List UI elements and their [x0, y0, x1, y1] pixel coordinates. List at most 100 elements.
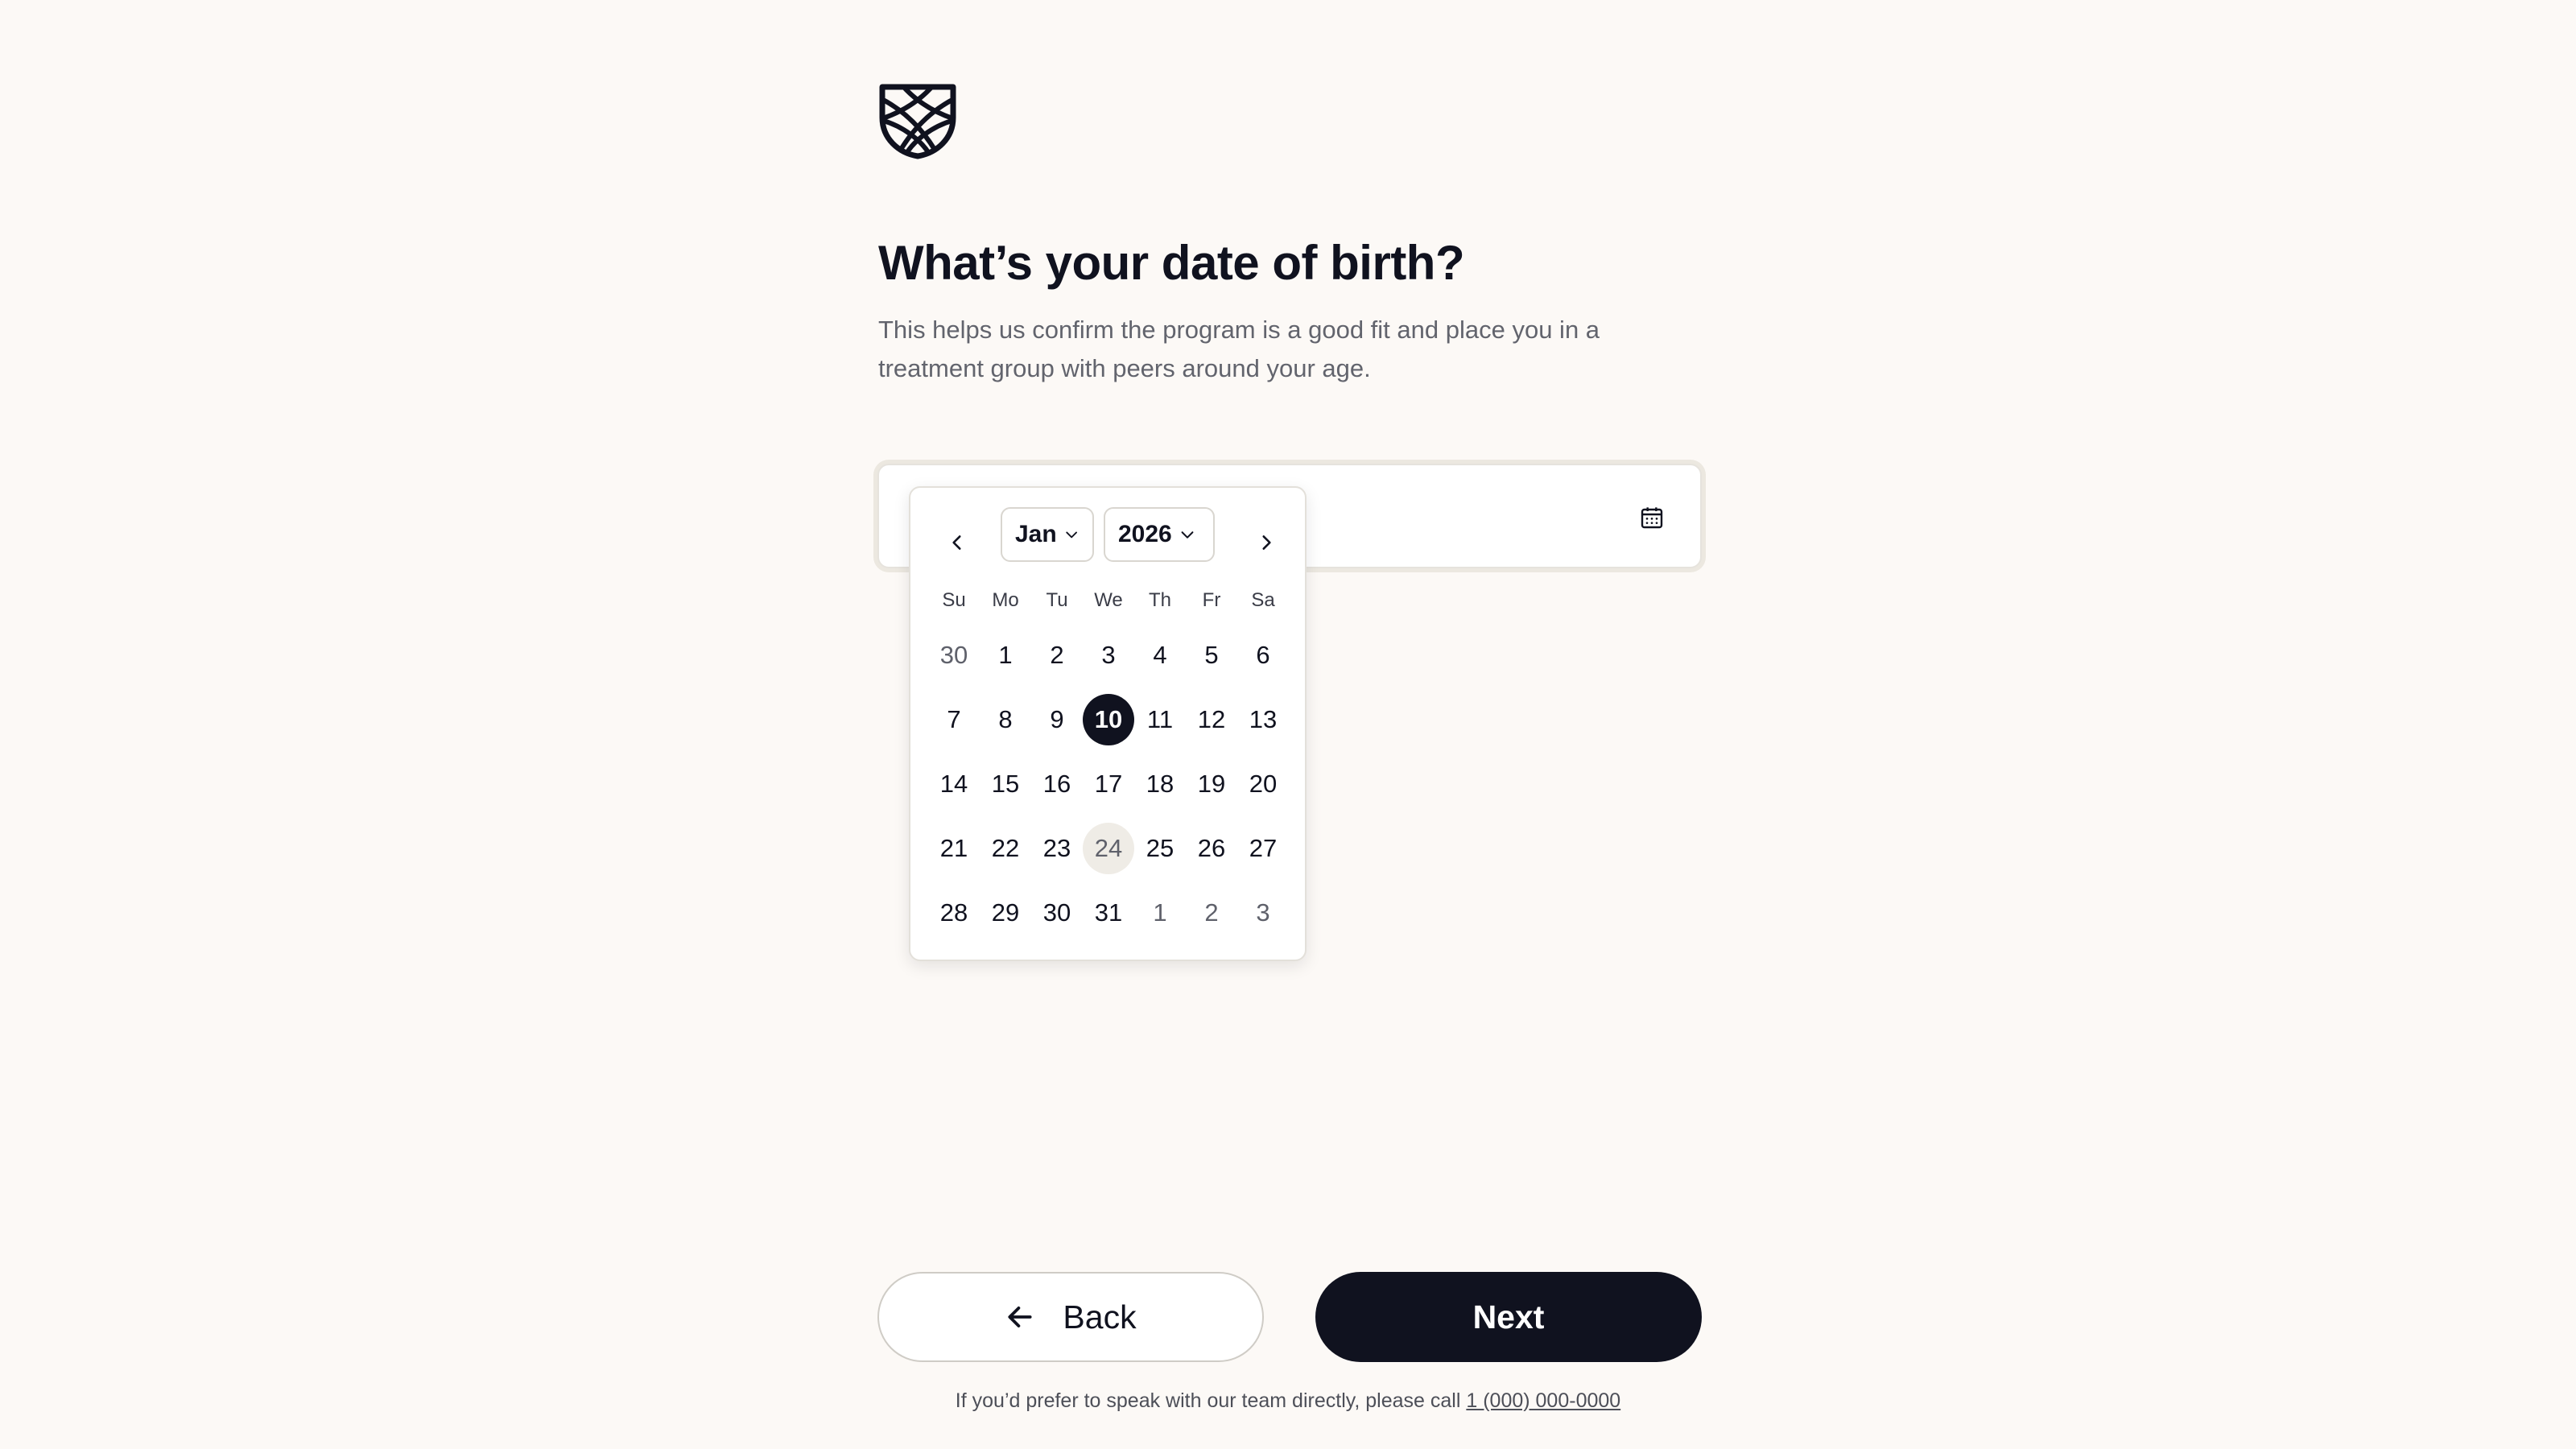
- chevron-left-icon: [952, 535, 961, 550]
- calendar-day[interactable]: 8: [980, 687, 1031, 752]
- calendar-day[interactable]: 16: [1031, 752, 1083, 816]
- calendar-day[interactable]: 3: [1083, 623, 1134, 687]
- date-picker-popover: Jan 2026 Su Mo Tu We Th Fr Sa 30 1 2 3 4 5 6 7 8…: [909, 486, 1307, 961]
- calendar-day-label: 2: [1050, 641, 1064, 669]
- calendar-day-label: 30: [1042, 898, 1071, 927]
- calendar-day-selected[interactable]: 10: [1083, 687, 1134, 752]
- month-select[interactable]: Jan: [1001, 507, 1094, 562]
- calendar-day-label: 15: [991, 770, 1020, 798]
- month-select-value: Jan: [1015, 521, 1057, 547]
- year-select[interactable]: 2026: [1104, 507, 1215, 562]
- brand-logo: [877, 82, 958, 159]
- calendar-day-label: 8: [998, 705, 1013, 733]
- calendar-day[interactable]: 7: [928, 687, 980, 752]
- calendar-day[interactable]: 17: [1083, 752, 1134, 816]
- calendar-day[interactable]: 4: [1134, 623, 1186, 687]
- calendar-button[interactable]: [1633, 499, 1670, 536]
- calendar-day[interactable]: 31: [1083, 881, 1134, 945]
- calendar-day[interactable]: 30: [928, 623, 980, 687]
- calendar-day-label: 14: [939, 770, 968, 798]
- phone-link[interactable]: 1 (000) 000-0000: [1466, 1389, 1620, 1412]
- calendar-day[interactable]: 29: [980, 881, 1031, 945]
- calendar-days-grid: 30 1 2 3 4 5 6 7 8 9 10 11 12 13 14 15 16 17 18 19 20 21 22 23 2…: [928, 623, 1289, 945]
- chevron-down-icon: [1181, 531, 1194, 539]
- weekday-label: Sa: [1251, 589, 1275, 611]
- calendar-day-label: 28: [939, 898, 968, 927]
- footer-text: If you’d prefer to speak with our team d…: [955, 1389, 1461, 1412]
- calendar-day-label: 7: [947, 705, 961, 733]
- calendar-day-label: 24: [1094, 834, 1123, 862]
- calendar-day-label: 19: [1197, 770, 1226, 798]
- weekday-label: Tu: [1046, 589, 1068, 611]
- calendar-day[interactable]: 5: [1186, 623, 1237, 687]
- calendar-day-label: 11: [1146, 705, 1174, 733]
- calendar-day[interactable]: 1: [1134, 881, 1186, 945]
- calendar-day-label: 31: [1094, 898, 1123, 927]
- weekday-label: Th: [1148, 589, 1171, 611]
- calendar-day-label: 29: [991, 898, 1020, 927]
- calendar-day[interactable]: 13: [1237, 687, 1289, 752]
- calendar-day[interactable]: 21: [928, 816, 980, 881]
- calendar-day[interactable]: 19: [1186, 752, 1237, 816]
- calendar-day-label: 18: [1146, 770, 1174, 798]
- calendar-day-label: 6: [1256, 641, 1270, 669]
- calendar-day[interactable]: 14: [928, 752, 980, 816]
- calendar-day[interactable]: 25: [1134, 816, 1186, 881]
- calendar-day[interactable]: 1: [980, 623, 1031, 687]
- calendar-day[interactable]: 11: [1134, 687, 1186, 752]
- calendar-day-label: 22: [991, 834, 1020, 862]
- calendar-day[interactable]: 28: [928, 881, 980, 945]
- weekday-label: Su: [942, 589, 966, 611]
- calendar-day[interactable]: 2: [1031, 623, 1083, 687]
- shield-lattice-icon: [879, 84, 956, 159]
- calendar-day-label: 1: [998, 641, 1013, 669]
- page-title: What’s your date of birth?: [878, 236, 1465, 290]
- arrow-left-icon: [1008, 1307, 1032, 1327]
- calendar-day-label: 17: [1094, 770, 1123, 798]
- calendar-day-label: 30: [939, 641, 968, 669]
- calendar-day[interactable]: 6: [1237, 623, 1289, 687]
- calendar-day-label: 5: [1204, 641, 1219, 669]
- calendar-day[interactable]: 18: [1134, 752, 1186, 816]
- weekday-header: Su Mo Tu We Th Fr Sa: [928, 586, 1289, 615]
- calendar-day[interactable]: 3: [1237, 881, 1289, 945]
- calendar-day[interactable]: 2: [1186, 881, 1237, 945]
- calendar-day-label: 2: [1204, 898, 1219, 927]
- calendar-day-label: 20: [1249, 770, 1278, 798]
- previous-month-button[interactable]: [935, 520, 980, 565]
- calendar-day-label: 26: [1197, 834, 1226, 862]
- calendar-day[interactable]: 22: [980, 816, 1031, 881]
- back-button-label: Back: [1063, 1298, 1137, 1335]
- weekday-label: We: [1094, 589, 1123, 611]
- footer-help-text: If you’d prefer to speak with our team d…: [0, 1389, 2576, 1413]
- calendar-day-label: 9: [1050, 705, 1064, 733]
- calendar-day-label: 16: [1042, 770, 1071, 798]
- calendar-day[interactable]: 20: [1237, 752, 1289, 816]
- calendar-day[interactable]: 30: [1031, 881, 1083, 945]
- calendar-day[interactable]: 9: [1031, 687, 1083, 752]
- weekday-label: Fr: [1202, 589, 1221, 611]
- calendar-day-today[interactable]: 24: [1083, 816, 1134, 881]
- next-month-button[interactable]: [1244, 520, 1289, 565]
- calendar-day-label: 13: [1249, 705, 1278, 733]
- calendar-day[interactable]: 15: [980, 752, 1031, 816]
- calendar-day[interactable]: 12: [1186, 687, 1237, 752]
- chevron-right-icon: [1262, 535, 1271, 550]
- calendar-day-label: 21: [939, 834, 968, 862]
- next-button[interactable]: Next: [1315, 1272, 1702, 1362]
- calendar-day-label: 3: [1101, 641, 1116, 669]
- calendar-day[interactable]: 26: [1186, 816, 1237, 881]
- page-subtitle: This helps us confirm the program is a g…: [878, 316, 1600, 382]
- year-select-value: 2026: [1118, 521, 1172, 547]
- weekday-label: Mo: [992, 589, 1019, 611]
- calendar-icon: [1641, 507, 1663, 529]
- chevron-down-icon: [1066, 531, 1077, 539]
- calendar-day-label: 12: [1197, 705, 1226, 733]
- calendar-day[interactable]: 27: [1237, 816, 1289, 881]
- calendar-day-label: 10: [1094, 705, 1123, 733]
- calendar-day-label: 3: [1256, 898, 1270, 927]
- back-button[interactable]: Back: [877, 1272, 1264, 1362]
- next-button-label: Next: [1472, 1298, 1545, 1335]
- calendar-day-label: 25: [1146, 834, 1174, 862]
- calendar-day[interactable]: 23: [1031, 816, 1083, 881]
